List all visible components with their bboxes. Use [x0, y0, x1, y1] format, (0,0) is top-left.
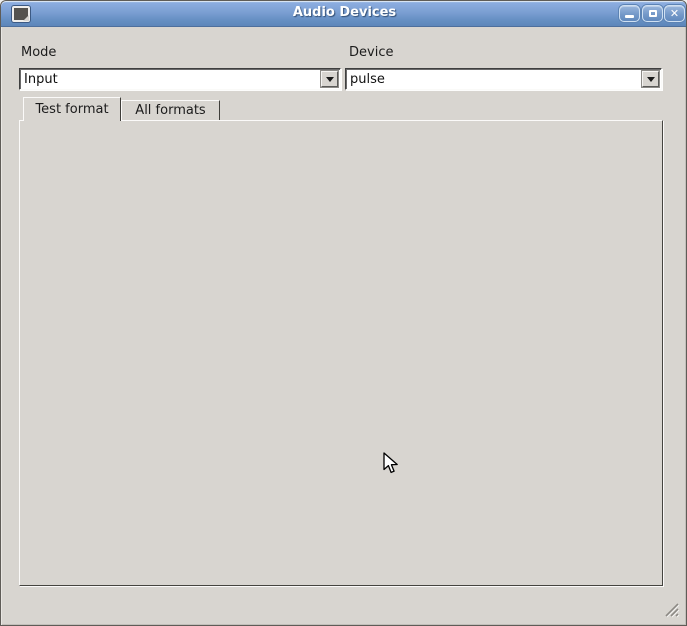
device-dropdown-button[interactable]: [642, 71, 659, 87]
minimize-icon: [625, 15, 634, 18]
mode-dropdown-button[interactable]: [321, 71, 338, 87]
audio-devices-window: Audio Devices ✕ Mode Input Device pulse …: [0, 0, 687, 626]
test-format-pane: [19, 120, 663, 586]
chevron-down-icon: [326, 77, 334, 82]
device-combobox[interactable]: pulse: [345, 68, 662, 90]
titlebar[interactable]: Audio Devices ✕: [1, 1, 687, 27]
tab-test-format-label: Test format: [35, 102, 108, 117]
tab-all-formats-label: All formats: [135, 103, 205, 118]
mode-value: Input: [20, 72, 321, 87]
tab-test-format[interactable]: Test format: [23, 97, 121, 121]
mouse-cursor-icon: [382, 452, 402, 476]
chevron-down-icon: [647, 77, 655, 82]
minimize-button[interactable]: [619, 5, 640, 22]
resize-grip[interactable]: [663, 601, 681, 619]
device-label: Device: [349, 45, 393, 60]
close-button[interactable]: ✕: [664, 5, 685, 22]
mode-combobox[interactable]: Input: [19, 68, 341, 90]
tab-all-formats[interactable]: All formats: [121, 100, 220, 120]
maximize-icon: [649, 10, 657, 17]
window-title: Audio Devices: [1, 5, 687, 20]
mode-label: Mode: [21, 45, 56, 60]
device-value: pulse: [346, 72, 642, 87]
maximize-button[interactable]: [642, 5, 663, 22]
close-icon: ✕: [670, 7, 679, 20]
